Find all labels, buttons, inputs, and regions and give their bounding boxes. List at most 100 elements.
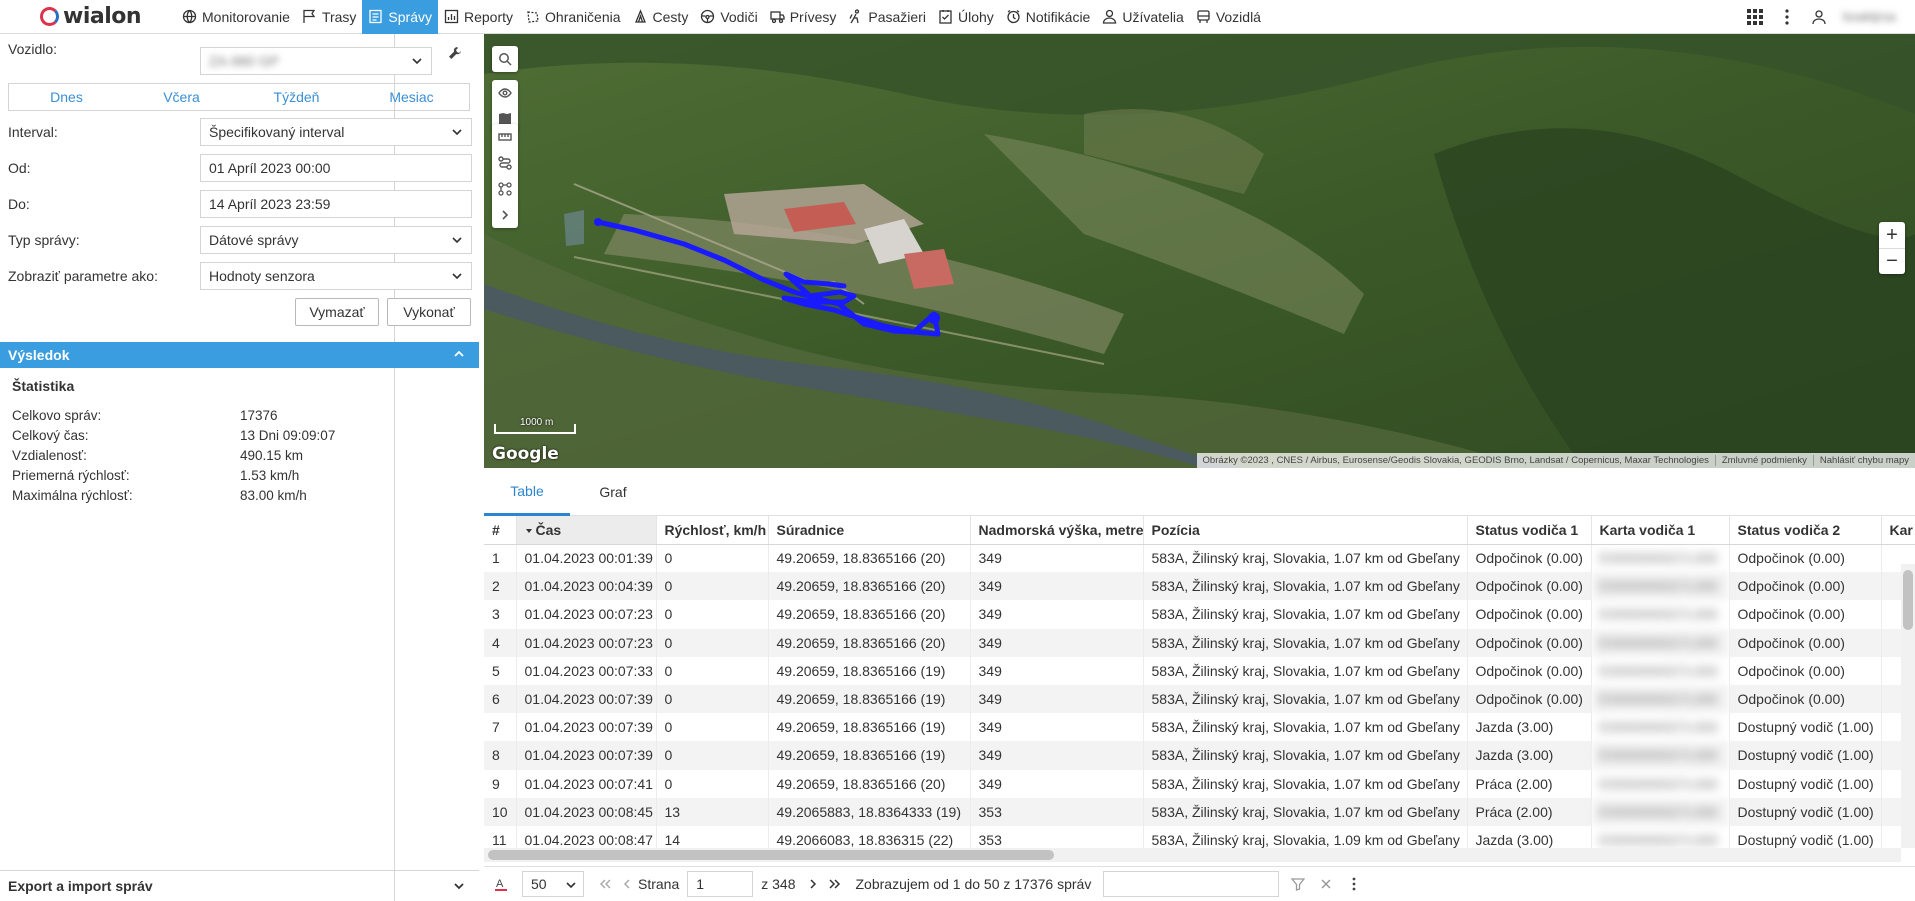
imagery-attribution: Obrázky ©2023 , CNES / Airbus, Eurosense… xyxy=(1197,455,1716,466)
week-button[interactable]: Týždeň xyxy=(239,84,354,110)
table-row[interactable]: 9 01.04.2023 00:07:41 0 49.20659, 18.836516… xyxy=(484,769,1915,798)
table-row[interactable]: 11 01.04.2023 00:08:47 14 49.2066083, 18.83… xyxy=(484,825,1915,848)
column-header[interactable]: Status vodiča 2 xyxy=(1729,516,1882,545)
nav-item-vehicle[interactable]: Vozidlá xyxy=(1190,0,1267,34)
nearest-units-button[interactable] xyxy=(492,176,518,202)
map-attribution: Obrázky ©2023 , CNES / Airbus, Eurosense… xyxy=(1196,453,1915,468)
from-date-input[interactable]: 01 Apríl 2023 00:00 xyxy=(200,154,472,182)
table-horizontal-scrollbar[interactable] xyxy=(484,848,1901,862)
month-button[interactable]: Mesiac xyxy=(354,84,469,110)
table-vertical-scrollbar[interactable] xyxy=(1901,564,1915,848)
tab-table[interactable]: Table xyxy=(484,468,570,516)
to-date-input[interactable]: 14 Apríl 2023 23:59 xyxy=(200,190,472,218)
map-search-button[interactable] xyxy=(492,46,518,72)
nav-item-messages[interactable]: Správy xyxy=(362,0,438,34)
column-header[interactable]: Pozícia xyxy=(1143,516,1468,545)
table-row[interactable]: 7 01.04.2023 00:07:39 0 49.20659, 18.836516… xyxy=(484,713,1915,742)
table-cell: 0 xyxy=(656,628,769,657)
nav-item-label: Ohraničenia xyxy=(545,8,621,25)
stat-label: Priemerná rýchlosť: xyxy=(12,467,130,483)
nav-item-trailer[interactable]: Prívesy xyxy=(764,0,843,34)
horizontal-scroll-thumb[interactable] xyxy=(488,850,1054,860)
last-page-button[interactable] xyxy=(824,871,846,897)
table-row[interactable]: 3 01.04.2023 00:07:23 0 49.20659, 18.836516… xyxy=(484,600,1915,629)
vertical-scroll-thumb[interactable] xyxy=(1903,570,1913,630)
table-row[interactable]: 5 01.04.2023 00:07:33 0 49.20659, 18.836516… xyxy=(484,656,1915,685)
column-header-label: # xyxy=(492,521,500,538)
params-select[interactable]: Hodnoty senzora xyxy=(200,262,472,290)
today-button[interactable]: Dnes xyxy=(9,84,124,110)
previous-page-button[interactable] xyxy=(616,871,638,897)
zoom-in-button[interactable]: + xyxy=(1879,222,1905,248)
wialon-logo[interactable]: wialon xyxy=(0,0,176,34)
next-page-button[interactable] xyxy=(802,871,824,897)
nav-item-report[interactable]: Reporty xyxy=(438,0,519,34)
table-cell: 01.04.2023 00:07:41 xyxy=(516,769,657,798)
username[interactable]: boaktjrsa xyxy=(1835,9,1905,24)
apps-grid-icon[interactable] xyxy=(1739,0,1771,34)
report-error-link[interactable]: Nahlásiť chybu mapy xyxy=(1814,455,1915,466)
column-header[interactable]: Čas xyxy=(516,516,657,545)
execute-button[interactable]: Vykonať xyxy=(387,298,471,326)
table-row[interactable]: 4 01.04.2023 00:07:23 0 49.20659, 18.836516… xyxy=(484,628,1915,657)
terms-link[interactable]: Zmluvné podmienky xyxy=(1716,455,1814,466)
table-options-button[interactable] xyxy=(1343,871,1365,897)
yesterday-button[interactable]: Včera xyxy=(124,84,239,110)
table-cell: 0 xyxy=(656,769,769,798)
column-header[interactable]: Status vodiča 1 xyxy=(1467,516,1592,545)
nav-item-user[interactable]: Užívatelia xyxy=(1096,0,1189,34)
table-cell: 0 xyxy=(656,741,769,770)
column-header[interactable]: Karta vodiča 1 xyxy=(1591,516,1730,545)
from-label: Od: xyxy=(8,160,31,176)
tab-graph[interactable]: Graf xyxy=(570,468,656,516)
table-cell: 11 xyxy=(484,825,517,848)
nav-item-route[interactable]: Cesty xyxy=(627,0,695,34)
showing-summary: Zobrazujem od 1 do 50 z 17376 správ xyxy=(855,876,1092,892)
wrench-icon[interactable] xyxy=(448,46,462,60)
clear-button[interactable]: Vymazať xyxy=(295,298,379,326)
table-cell: 349 xyxy=(970,544,1144,573)
vehicle-select[interactable]: ZA-980 GP xyxy=(200,47,432,75)
column-header[interactable]: Rýchlosť, km/h xyxy=(656,516,769,545)
font-color-icon[interactable]: A xyxy=(490,871,512,897)
table-row[interactable]: 6 01.04.2023 00:07:39 0 49.20659, 18.836516… xyxy=(484,684,1915,714)
expand-tools-button[interactable] xyxy=(492,202,518,228)
nav-item-steering-wheel[interactable]: Vodiči xyxy=(694,0,763,34)
table-cell: 583A, Žilinský kraj, Slovakia, 1.07 km o… xyxy=(1143,628,1468,657)
nav-item-globe[interactable]: Monitorovanie xyxy=(176,0,296,34)
user-account-icon[interactable] xyxy=(1803,0,1835,34)
zoom-out-button[interactable]: − xyxy=(1879,248,1905,274)
satellite-map[interactable]: + − 1000 m Google Obrázky ©2023 , CNES /… xyxy=(484,34,1915,468)
interval-select[interactable]: Špecifikovaný interval xyxy=(200,118,472,146)
rows-per-page-select[interactable]: 50 xyxy=(522,871,584,897)
column-header[interactable]: Nadmorská výška, metre xyxy=(970,516,1144,545)
more-vertical-icon[interactable] xyxy=(1771,0,1803,34)
nav-item-flag[interactable]: Trasy xyxy=(296,0,362,34)
table-row[interactable]: 2 01.04.2023 00:04:39 0 49.20659, 18.836516… xyxy=(484,572,1915,601)
result-header[interactable]: Výsledok xyxy=(0,342,479,368)
filter-button[interactable] xyxy=(1287,871,1309,897)
nav-item-task[interactable]: Úlohy xyxy=(932,0,1000,34)
table-row[interactable]: 1 01.04.2023 00:01:39 0 49.20659, 18.836516… xyxy=(484,544,1915,573)
table-filter-input[interactable] xyxy=(1103,871,1280,897)
column-header[interactable]: # xyxy=(484,516,517,545)
nav-item-geofence[interactable]: Ohraničenia xyxy=(519,0,627,34)
measure-button[interactable] xyxy=(492,124,518,150)
table-cell: E0000000027L000 xyxy=(1591,572,1730,601)
table-row[interactable]: 10 01.04.2023 00:08:45 13 49.2065883, 18.83… xyxy=(484,797,1915,826)
message-type-select[interactable]: Dátové správy xyxy=(200,226,472,254)
clear-filter-button[interactable] xyxy=(1315,871,1337,897)
first-page-button[interactable] xyxy=(594,871,616,897)
column-header[interactable]: Kar xyxy=(1881,516,1915,545)
nav-item-notification[interactable]: Notifikácie xyxy=(1000,0,1097,34)
route-tool-button[interactable] xyxy=(492,150,518,176)
table-cell: E0000000027L000 xyxy=(1591,600,1730,629)
page-number-input[interactable]: 1 xyxy=(687,871,754,897)
table-row[interactable]: 8 01.04.2023 00:07:39 0 49.20659, 18.836516… xyxy=(484,741,1915,770)
export-import-header[interactable]: Export a import správ xyxy=(0,870,479,901)
table-cell: Odpočinok (0.00) xyxy=(1729,544,1882,573)
column-header[interactable]: Súradnice xyxy=(768,516,971,545)
table-cell: 349 xyxy=(970,572,1144,601)
nav-item-passenger[interactable]: Pasažieri xyxy=(842,0,932,34)
map-visibility-button[interactable] xyxy=(492,80,518,106)
